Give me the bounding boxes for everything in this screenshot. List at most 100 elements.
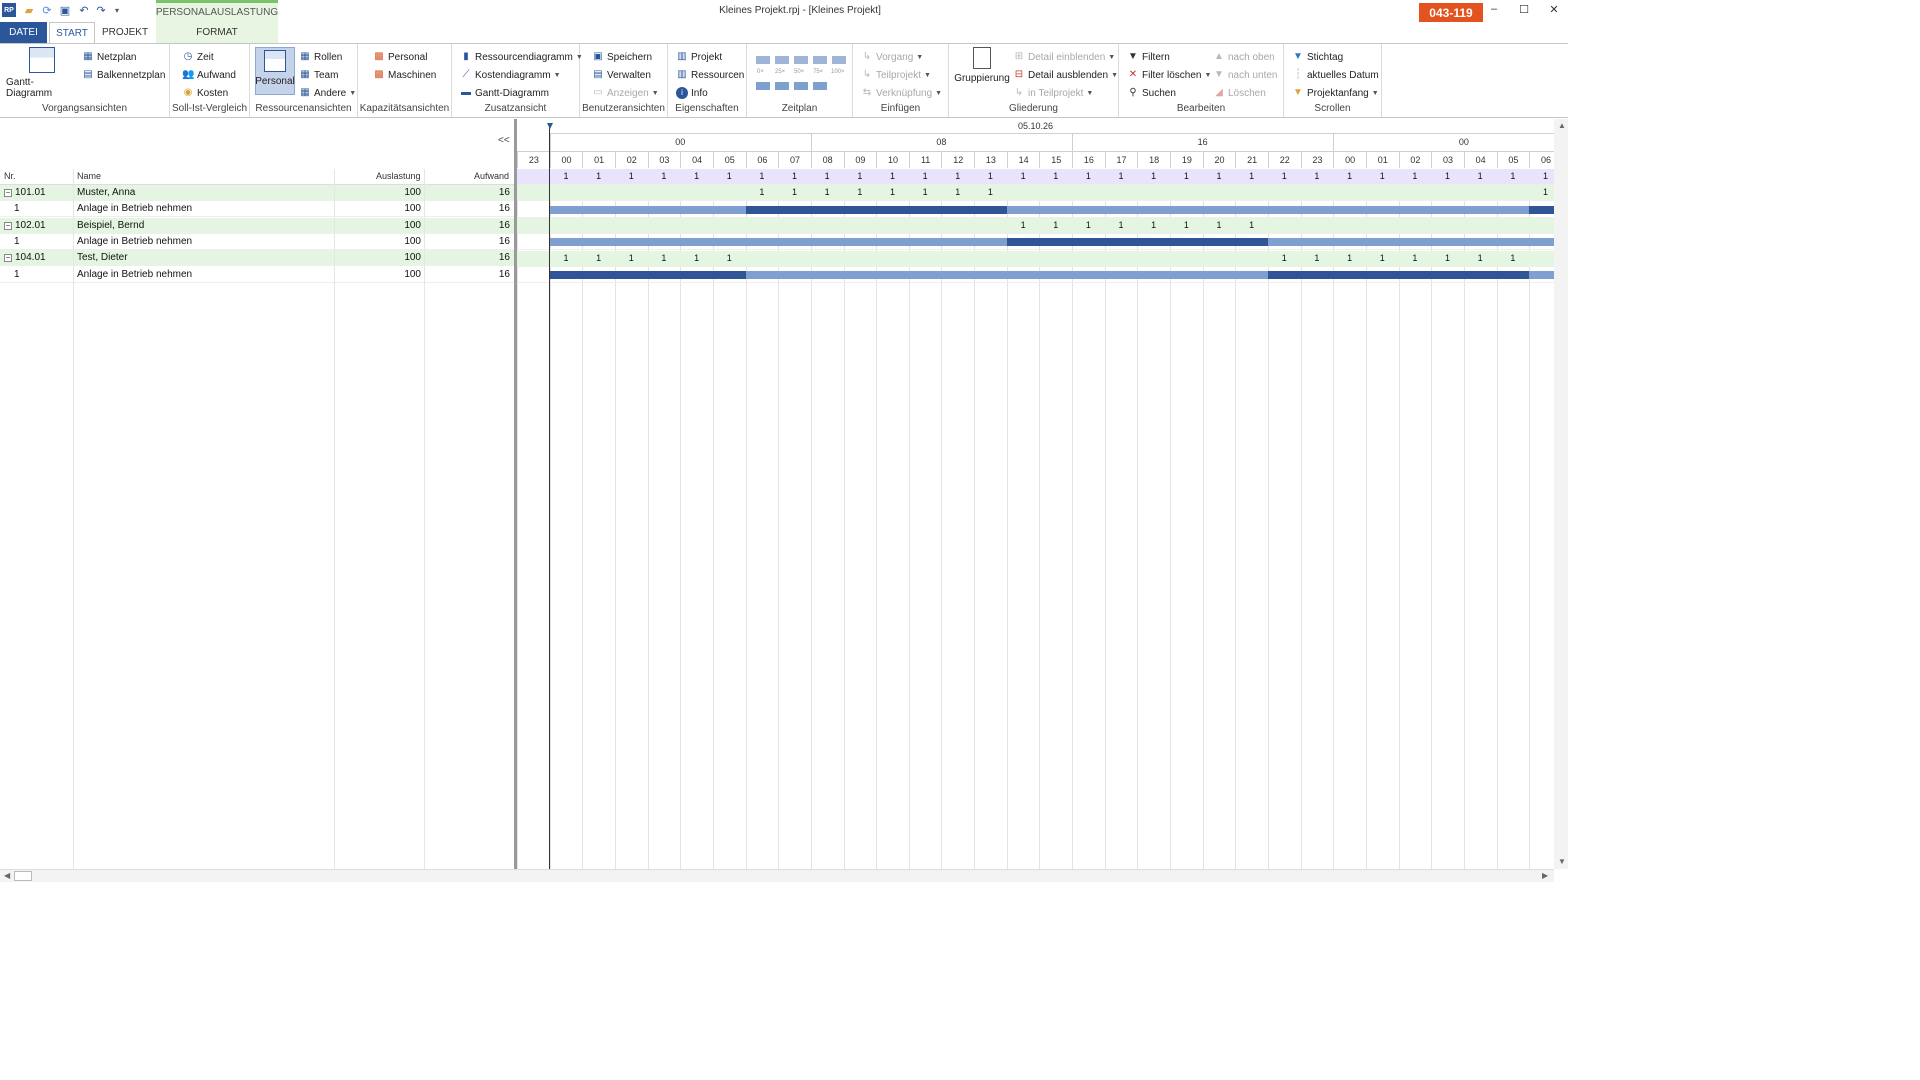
task-row[interactable]: 1 Anlage in Betrieb nehmen 100 16 [0,201,514,218]
open-folder-icon[interactable]: ▰ [22,3,36,17]
teilprojekt-dropdown[interactable]: ↳ Teilprojekt ▼ [861,67,931,83]
filter-loeschen-dropdown[interactable]: ✕ Filter löschen ▼ [1127,67,1212,83]
tab-start[interactable]: START [49,22,95,44]
nach-oben-button[interactable]: ▲ nach oben [1213,49,1275,65]
task-bar-segment[interactable] [1267,238,1554,247]
verknuepfung-dropdown[interactable]: ⇆ Verknüpfung ▼ [861,85,942,101]
align-start-icon[interactable] [756,82,770,90]
aufwand-button[interactable]: 👥 Aufwand [182,67,236,83]
balkennetzplan-button[interactable]: ▤ Balkennetzplan [82,67,165,83]
scroll-down-icon[interactable]: ▼ [1558,857,1566,866]
task-bar-segment[interactable] [1267,270,1530,279]
filter-loeschen-label: Filter löschen [1142,69,1202,81]
task-bar-segment[interactable] [549,205,746,214]
header-name[interactable]: Name [77,171,101,181]
cell-auslastung: 100 [404,219,421,231]
resource-row[interactable]: −104.01 Test, Dieter 100 16 [0,250,514,267]
task-bar-segment[interactable] [1006,238,1268,247]
resource-row[interactable]: −101.01 Muster, Anna 100 16 [0,185,514,201]
tab-format[interactable]: FORMAT [156,22,278,43]
ressourcen-properties-button[interactable]: ▥ Ressourcen [676,67,744,83]
task-bar-segment[interactable] [745,270,1268,279]
zoom-25-icon[interactable] [775,56,789,64]
tab-datei[interactable]: DATEI [0,22,47,43]
tab-projekt[interactable]: PROJEKT [97,22,153,43]
zoom-50-icon[interactable] [794,56,808,64]
gantt-diagramm-button[interactable]: Gantt-Diagramm [6,47,78,99]
save-icon[interactable]: ▣ [58,3,72,17]
task-bar-segment[interactable] [1529,205,1554,214]
in-teilprojekt-dropdown[interactable]: ↳ in Teilprojekt ▼ [1013,85,1094,101]
anzeigen-dropdown[interactable]: ▭ Anzeigen ▼ [592,85,658,101]
close-button[interactable]: ✕ [1546,3,1562,17]
kapazitaet-personal-button[interactable]: ▩ Personal [373,49,427,65]
maschinen-button[interactable]: ▩ Maschinen [373,67,436,83]
scroll-left-icon[interactable]: ◀ [4,871,10,880]
header-aufwand[interactable]: Aufwand [474,171,509,181]
zoom-100-icon[interactable] [832,56,846,64]
collapse-toggle-icon[interactable]: − [4,189,12,197]
projekt-properties-button[interactable]: ▥ Projekt [676,49,722,65]
rollen-button[interactable]: ▦ Rollen [299,49,342,65]
task-bar-segment[interactable] [1006,205,1530,214]
netzplan-button[interactable]: ▦ Netzplan [82,49,136,65]
speichern-button[interactable]: ▣ Speichern [592,49,652,65]
task-bar-segment[interactable] [1529,270,1554,279]
nach-unten-button[interactable]: ▼ nach unten [1213,67,1277,83]
header-auslastung[interactable]: Auslastung [376,171,421,181]
collapse-toggle-icon[interactable]: − [4,254,12,263]
vertical-scrollbar[interactable]: ▲ ▼ [1554,119,1568,869]
verwalten-button[interactable]: ▤ Verwalten [592,67,651,83]
suchen-button[interactable]: ⚲ Suchen [1127,85,1176,101]
filtern-button[interactable]: ▼ Filtern [1127,49,1170,65]
aktuelles-datum-button[interactable]: ┆ aktuelles Datum [1292,67,1379,83]
task-bar-segment[interactable] [549,270,746,279]
task-row[interactable]: 1 Anlage in Betrieb nehmen 100 16 [0,234,514,250]
personal-view-button[interactable]: Personal [255,47,295,95]
team-button[interactable]: ▦ Team [299,67,338,83]
loeschen-button[interactable]: ◢ Löschen [1213,85,1266,101]
customize-quick-access-icon[interactable]: ▾ [110,3,124,17]
task-bar-segment[interactable] [745,205,1007,214]
zeit-button[interactable]: ◷ Zeit [182,49,214,65]
task-bar-segment[interactable] [549,238,1007,247]
scroll-thumb[interactable] [14,871,32,881]
refresh-icon[interactable]: ⟳ [40,3,54,17]
kostendiagramm-dropdown[interactable]: ⟋ Kostendiagramm ▼ [460,67,561,83]
align-center-icon[interactable] [775,82,789,90]
detail-einblenden-dropdown[interactable]: ⊞ Detail einblenden ▼ [1013,49,1115,65]
capacity-value: 1 [1085,171,1091,181]
horizontal-scrollbar[interactable]: ◀ ▶ [0,869,1554,882]
maximize-button[interactable]: ☐ [1516,3,1532,17]
zoom-75-icon[interactable] [813,56,827,64]
task-row[interactable]: 1 Anlage in Betrieb nehmen 100 16 [0,267,514,283]
scroll-right-icon[interactable]: ▶ [1542,871,1548,880]
projektanfang-dropdown[interactable]: ▼ Projektanfang ▼ [1292,85,1379,101]
minimize-button[interactable]: – [1486,3,1502,17]
stichtag-button[interactable]: ▼ Stichtag [1292,49,1343,65]
redo-icon[interactable]: ↷ [94,3,108,17]
hour-label: 02 [614,152,648,168]
info-button[interactable]: i Info [676,85,708,101]
arrow-down-icon: ▼ [1214,69,1224,80]
undo-icon[interactable]: ↶ [77,3,91,17]
align-end-icon[interactable] [794,82,808,90]
andere-dropdown[interactable]: ▦ Andere ▼ [299,85,356,101]
align-options-icon[interactable] [813,82,827,90]
collapse-grid-button[interactable]: << [498,135,510,146]
hour-label: 06 [1529,152,1554,168]
zoom-0-icon[interactable] [756,56,770,64]
header-nr[interactable]: Nr. [4,171,16,181]
scroll-up-icon[interactable]: ▲ [1558,121,1566,130]
collapse-toggle-icon[interactable]: − [4,221,12,230]
vorgang-dropdown[interactable]: ↳ Vorgang ▼ [861,49,923,65]
zusatz-gantt-button[interactable]: ▬ Gantt-Diagramm [460,85,549,101]
group-label: Bearbeiten [1176,103,1226,114]
ressourcendiagramm-dropdown[interactable]: ▮ Ressourcendiagramm ▼ [460,49,583,65]
detail-ausblenden-dropdown[interactable]: ⊟ Detail ausblenden ▼ [1013,67,1118,83]
detail-einblenden-label: Detail einblenden [1028,51,1106,63]
kosten-button[interactable]: ◉ Kosten [182,85,229,101]
gruppierung-dropdown[interactable]: Gruppierung [953,47,1011,84]
suchen-label: Suchen [1142,87,1176,99]
resource-row[interactable]: −102.01 Beispiel, Bernd 100 16 [0,217,514,234]
